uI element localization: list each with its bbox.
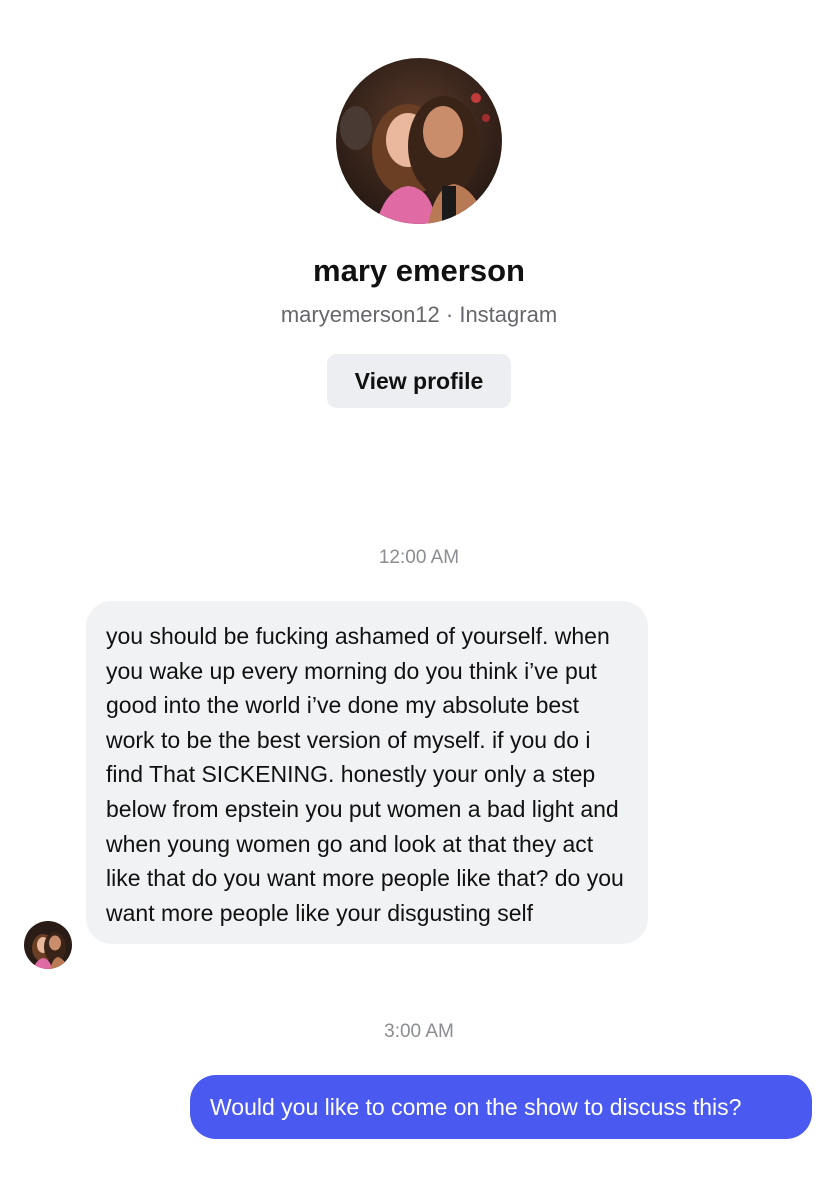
message-timestamp: 3:00 AM	[384, 1021, 454, 1042]
profile-avatar[interactable]	[336, 58, 502, 224]
view-profile-button[interactable]: View profile	[327, 354, 511, 408]
incoming-message-bubble[interactable]: you should be fucking ashamed of yoursel…	[86, 601, 648, 945]
outgoing-message-bubble[interactable]: Would you like to come on the show to di…	[190, 1075, 812, 1139]
sender-photo-image	[24, 921, 72, 969]
profile-header: mary emerson maryemerson12 · Instagram V…	[0, 58, 838, 408]
profile-display-name: mary emerson	[313, 253, 525, 288]
profile-username-platform: maryemerson12 · Instagram	[280, 302, 558, 327]
profile-photo-image	[336, 58, 502, 224]
message-timestamp: 12:00 AM	[378, 547, 460, 568]
sender-avatar[interactable]	[24, 921, 72, 969]
